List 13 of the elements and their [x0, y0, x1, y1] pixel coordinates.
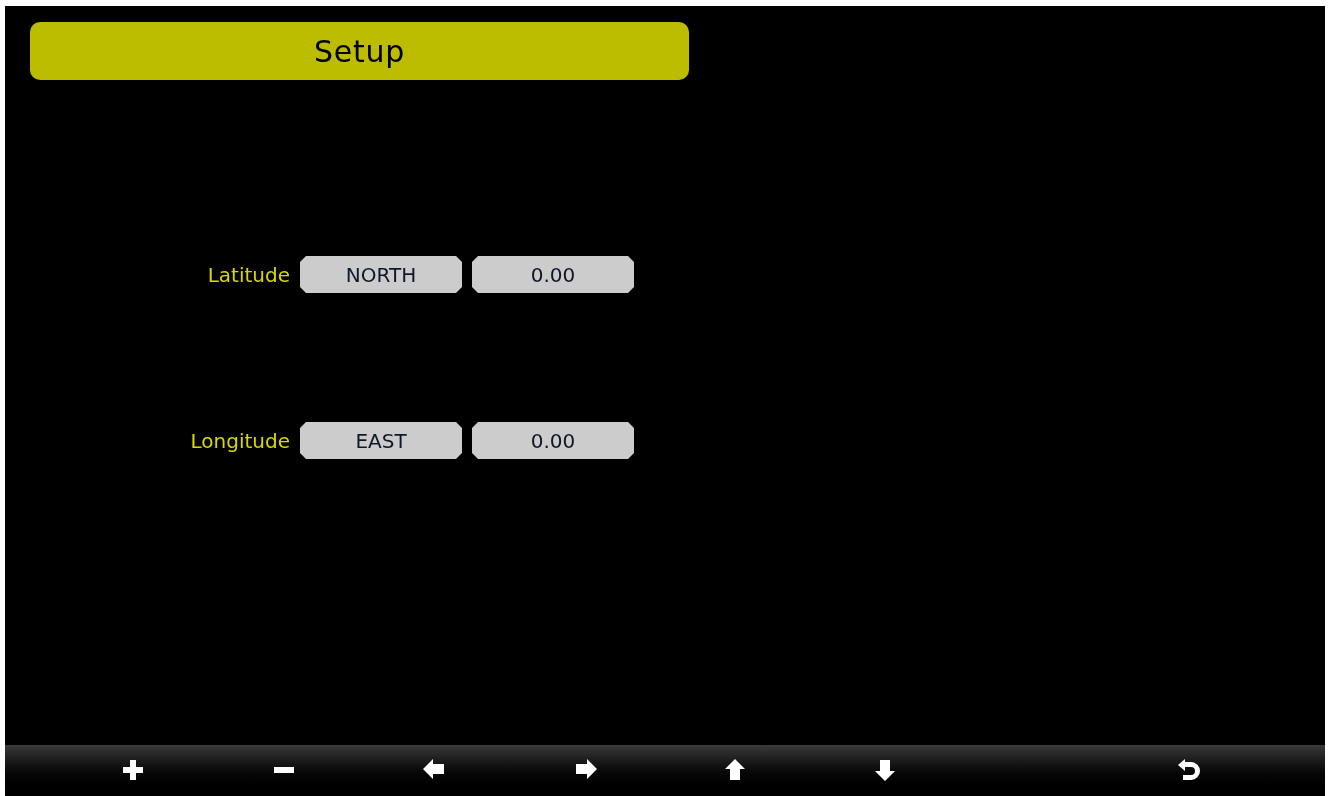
title-bar: Setup — [30, 22, 689, 80]
up-arrow-icon — [724, 758, 748, 782]
field-label: Latitude — [206, 261, 291, 289]
field-label: Longitude — [189, 427, 291, 455]
value-field[interactable]: 0.00 — [472, 422, 634, 459]
minus-icon — [274, 767, 294, 773]
value-field[interactable]: 0.00 — [472, 256, 634, 293]
direction-button[interactable]: EAST — [300, 422, 462, 459]
down-arrow-icon — [874, 758, 898, 782]
direction-button[interactable]: NORTH — [300, 256, 462, 293]
undo-icon — [1176, 758, 1200, 782]
plus-icon — [122, 758, 146, 782]
right-arrow-icon — [574, 758, 598, 782]
